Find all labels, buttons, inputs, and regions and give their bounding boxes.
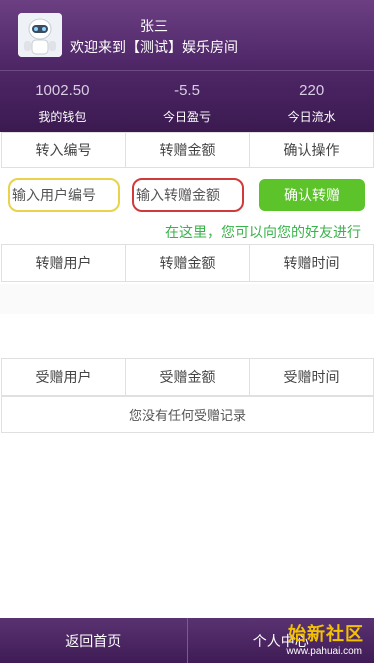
user-id-input[interactable]	[8, 178, 120, 212]
sent-table-header: 转赠用户 转赠金额 转赠时间	[1, 244, 374, 282]
received-table-header: 受赠用户 受赠金额 受赠时间	[1, 358, 374, 396]
amount-slot	[126, 170, 250, 220]
col-transfer-id: 转入编号	[1, 132, 126, 168]
col-received-amount: 受赠金额	[125, 358, 250, 396]
col-received-user: 受赠用户	[1, 358, 126, 396]
stat-label: 今日盈亏	[163, 110, 212, 124]
welcome-text: 欢迎来到【测试】娱乐房间	[70, 39, 238, 55]
empty-message: 您没有任何受赠记录	[1, 396, 374, 433]
home-button[interactable]: 返回首页	[0, 618, 187, 663]
robot-icon	[18, 13, 62, 57]
confirm-slot: 确认转赠	[250, 170, 374, 220]
confirm-transfer-button[interactable]: 确认转赠	[259, 179, 365, 211]
col-sent-user: 转赠用户	[1, 244, 126, 282]
watermark: 始新社区 www.pahuai.com	[220, 620, 370, 660]
stat-wallet: 1002.50 我的钱包	[0, 71, 125, 132]
stat-profit: -5.5 今日盈亏	[125, 71, 250, 132]
header: 张三 欢迎来到【测试】娱乐房间	[0, 0, 374, 70]
user-name: 张三	[140, 18, 168, 34]
stat-value: 1002.50	[35, 82, 90, 99]
stat-value: 220	[299, 82, 325, 99]
col-received-time: 受赠时间	[249, 358, 374, 396]
col-confirm: 确认操作	[249, 132, 374, 168]
blurred-row	[0, 318, 374, 356]
user-center-button[interactable]: 个人中心 始新社区 www.pahuai.com	[186, 618, 374, 663]
watermark-url: www.pahuai.com	[286, 646, 362, 657]
notice-marquee: 在这里，您可以向您的好友进行	[165, 224, 361, 240]
blurred-row	[0, 284, 374, 314]
col-transfer-amount: 转赠金额	[125, 132, 250, 168]
stat-turnover: 220 今日流水	[249, 71, 374, 132]
stat-label: 今日流水	[287, 110, 336, 124]
stat-label: 我的钱包	[38, 110, 87, 124]
avatar	[18, 13, 62, 57]
transfer-input-row: 确认转赠	[2, 170, 374, 220]
stats-bar: 1002.50 我的钱包 -5.5 今日盈亏 220 今日流水	[0, 70, 374, 132]
transfer-header-row: 转入编号 转赠金额 确认操作	[1, 132, 374, 168]
watermark-title: 始新社区	[288, 624, 364, 644]
col-sent-time: 转赠时间	[249, 244, 374, 282]
stat-value: -5.5	[174, 82, 200, 99]
amount-input[interactable]	[132, 178, 244, 212]
footer-nav: 返回首页 个人中心 始新社区 www.pahuai.com	[0, 618, 374, 663]
received-empty-row: 您没有任何受赠记录	[1, 396, 374, 433]
col-sent-amount: 转赠金额	[125, 244, 250, 282]
user-id-slot	[2, 170, 126, 220]
